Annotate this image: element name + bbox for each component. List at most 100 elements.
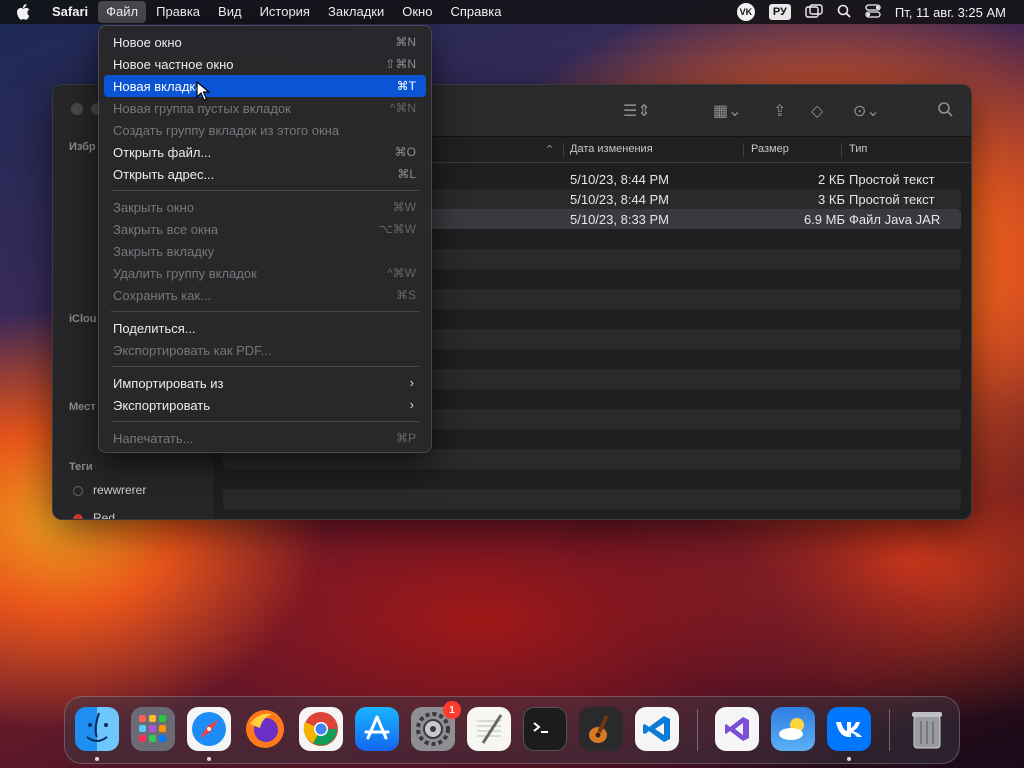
- menu-item-new-tab[interactable]: Новая вкладка ⌘T: [104, 75, 426, 97]
- dock-separator: [697, 709, 698, 751]
- control-center-icon[interactable]: [865, 3, 881, 21]
- menu-item-new-window[interactable]: Новое окно ⌘N: [104, 31, 426, 53]
- chrome-icon[interactable]: [299, 707, 343, 751]
- menu-view[interactable]: Вид: [210, 1, 250, 23]
- finder-icon[interactable]: [75, 707, 119, 751]
- list-view-icon[interactable]: ☰⇕: [623, 101, 651, 121]
- row-date: 5/10/23, 8:44 PM: [570, 172, 670, 187]
- menu-item-open-file[interactable]: Открыть файл... ⌘O: [104, 141, 426, 163]
- sidebar-tag-item[interactable]: rewwrerer: [93, 483, 146, 497]
- menu-item-label: Закрыть вкладку: [113, 244, 215, 259]
- sidebar-tag-red[interactable]: Red: [93, 511, 115, 519]
- menu-item-label: Удалить группу вкладок: [113, 266, 257, 281]
- menu-item-label: Напечатать...: [113, 431, 194, 446]
- menu-item-print[interactable]: Напечатать... ⌘P: [104, 427, 426, 449]
- spotlight-search-icon[interactable]: [837, 4, 851, 21]
- vk-status-icon[interactable]: VK: [736, 3, 755, 21]
- menu-item-close-window[interactable]: Закрыть окно ⌘W: [104, 196, 426, 218]
- tag-dot-icon: [73, 486, 83, 496]
- running-indicator: [207, 757, 211, 761]
- clock[interactable]: Пт, 11 авг. 3:25 AM: [895, 5, 1006, 20]
- menu-item-save-as[interactable]: Сохранить как... ⌘S: [104, 284, 426, 306]
- menu-item-label: Создать группу вкладок из этого окна: [113, 123, 340, 138]
- menu-item-label: Новое окно: [113, 35, 182, 50]
- close-window-button[interactable]: [71, 103, 83, 115]
- vk-icon[interactable]: [827, 707, 871, 751]
- menu-item-export[interactable]: Экспортировать ›: [104, 394, 426, 416]
- dock-separator: [889, 709, 890, 751]
- app-store-icon[interactable]: [355, 707, 399, 751]
- row-kind: Простой текст: [849, 172, 935, 187]
- menu-item-create-tab-group[interactable]: Создать группу вкладок из этого окна: [104, 119, 426, 141]
- menu-item-label: Новая вкладка: [113, 79, 203, 94]
- row-size: 2 КБ: [818, 172, 845, 187]
- menu-item-label: Открыть файл...: [113, 145, 212, 160]
- sidebar-section-places: Мест: [69, 401, 96, 413]
- column-divider: [743, 143, 744, 157]
- menu-item-new-tab-group[interactable]: Новая группа пустых вкладок ^⌘N: [104, 97, 426, 119]
- menu-item-label: Открыть адрес...: [113, 167, 215, 182]
- vscode-icon[interactable]: [635, 707, 679, 751]
- garageband-icon[interactable]: [579, 707, 623, 751]
- dock: 1: [64, 696, 960, 764]
- terminal-icon[interactable]: [523, 707, 567, 751]
- menu-item-import-from[interactable]: Импортировать из ›: [104, 372, 426, 394]
- menu-item-shortcut: ⌘W: [392, 200, 416, 214]
- menu-separator: [111, 311, 419, 312]
- tag-icon[interactable]: ◇: [811, 101, 823, 121]
- menu-history[interactable]: История: [252, 1, 318, 23]
- trash-icon[interactable]: [905, 707, 949, 751]
- sidebar-section-tags: Теги: [69, 461, 93, 473]
- menu-edit[interactable]: Правка: [148, 1, 208, 23]
- row-kind: Простой текст: [849, 192, 935, 207]
- menu-item-shortcut: ⌘S: [395, 288, 416, 302]
- menu-item-share[interactable]: Поделиться...: [104, 317, 426, 339]
- window-icon[interactable]: [805, 3, 823, 21]
- column-kind[interactable]: Тип: [849, 143, 867, 155]
- system-settings-icon[interactable]: 1: [411, 701, 461, 751]
- menu-bar: Safari Файл Правка Вид История Закладки …: [0, 0, 1024, 24]
- firefox-icon[interactable]: [243, 707, 287, 751]
- menu-item-delete-tab-group[interactable]: Удалить группу вкладок ^⌘W: [104, 262, 426, 284]
- group-icon[interactable]: ▦⌄: [713, 101, 742, 121]
- running-indicator: [847, 757, 851, 761]
- menu-item-shortcut: ⌘O: [394, 145, 416, 159]
- column-divider: [563, 143, 564, 157]
- menu-item-label: Экспортировать: [113, 398, 210, 413]
- column-date[interactable]: Дата изменения: [570, 143, 653, 155]
- menu-item-label: Поделиться...: [113, 321, 196, 336]
- share-icon[interactable]: ⇪: [773, 101, 786, 121]
- row-kind: Файл Java JAR: [849, 212, 941, 227]
- menu-item-shortcut: ^⌘W: [387, 266, 416, 280]
- menu-separator: [111, 366, 419, 367]
- row-date: 5/10/23, 8:33 PM: [570, 212, 670, 227]
- visual-studio-icon[interactable]: [715, 707, 759, 751]
- weather-icon[interactable]: [771, 707, 815, 751]
- menu-item-shortcut: ⌘N: [395, 35, 416, 49]
- input-source-badge[interactable]: РУ: [768, 4, 791, 20]
- safari-icon[interactable]: [187, 707, 231, 751]
- more-actions-icon[interactable]: ⊙⌄: [853, 101, 880, 121]
- menu-window[interactable]: Окно: [394, 1, 440, 23]
- menu-item-label: Закрыть окно: [113, 200, 195, 215]
- menu-item-close-all-windows[interactable]: Закрыть все окна ⌥⌘W: [104, 218, 426, 240]
- sort-chevron-up-icon[interactable]: ⌃: [545, 143, 554, 156]
- menu-bookmarks[interactable]: Закладки: [320, 1, 392, 23]
- search-icon[interactable]: [937, 101, 953, 122]
- menu-item-label: Сохранить как...: [113, 288, 211, 303]
- apple-menu-icon[interactable]: [14, 4, 32, 20]
- column-size[interactable]: Размер: [751, 143, 789, 155]
- menu-separator: [111, 190, 419, 191]
- menu-item-open-address[interactable]: Открыть адрес... ⌘L: [104, 163, 426, 185]
- menu-item-export-pdf[interactable]: Экспортировать как PDF...: [104, 339, 426, 361]
- menu-file[interactable]: Файл: [98, 1, 147, 23]
- sidebar-section-icloud: iClou: [69, 313, 97, 325]
- row-size: 6.9 МБ: [803, 212, 845, 227]
- menu-item-close-tab[interactable]: Закрыть вкладку: [104, 240, 426, 262]
- launchpad-icon[interactable]: [131, 707, 175, 751]
- menu-item-new-private-window[interactable]: Новое частное окно ⇧⌘N: [104, 53, 426, 75]
- textedit-icon[interactable]: [467, 707, 511, 751]
- menu-app-name[interactable]: Safari: [44, 1, 96, 23]
- row-size: 3 КБ: [818, 192, 845, 207]
- menu-help[interactable]: Справка: [442, 1, 509, 23]
